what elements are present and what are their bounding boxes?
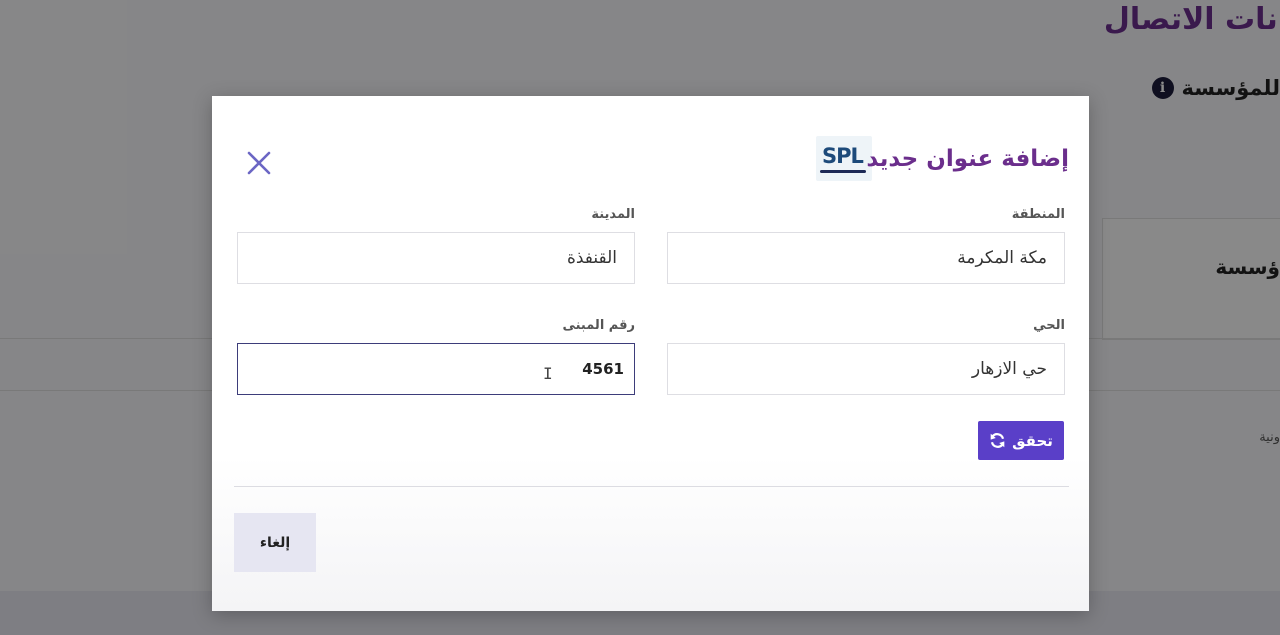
text-cursor-icon: I xyxy=(543,364,553,383)
building-number-label: رقم المبنى xyxy=(562,318,635,333)
dialog-title: إضافة عنوان جديد xyxy=(866,146,1069,172)
district-label: الحي xyxy=(1033,318,1065,333)
verify-button-label: تحقق xyxy=(1012,431,1053,450)
spl-logo: SPL xyxy=(816,136,872,181)
city-label: المدينة xyxy=(591,207,635,222)
cancel-button[interactable]: إلغاء xyxy=(234,513,316,572)
region-input[interactable] xyxy=(667,232,1065,284)
region-label: المنطقة xyxy=(1011,207,1065,222)
district-input[interactable] xyxy=(667,343,1065,395)
verify-button[interactable]: تحقق xyxy=(978,421,1064,460)
refresh-icon xyxy=(990,433,1005,448)
building-number-input[interactable] xyxy=(237,343,635,395)
add-address-dialog: SPL إضافة عنوان جديد المنطقة المدينة الح… xyxy=(212,96,1089,611)
close-icon[interactable] xyxy=(244,148,274,178)
dialog-footer-divider xyxy=(234,486,1069,487)
city-input[interactable] xyxy=(237,232,635,284)
